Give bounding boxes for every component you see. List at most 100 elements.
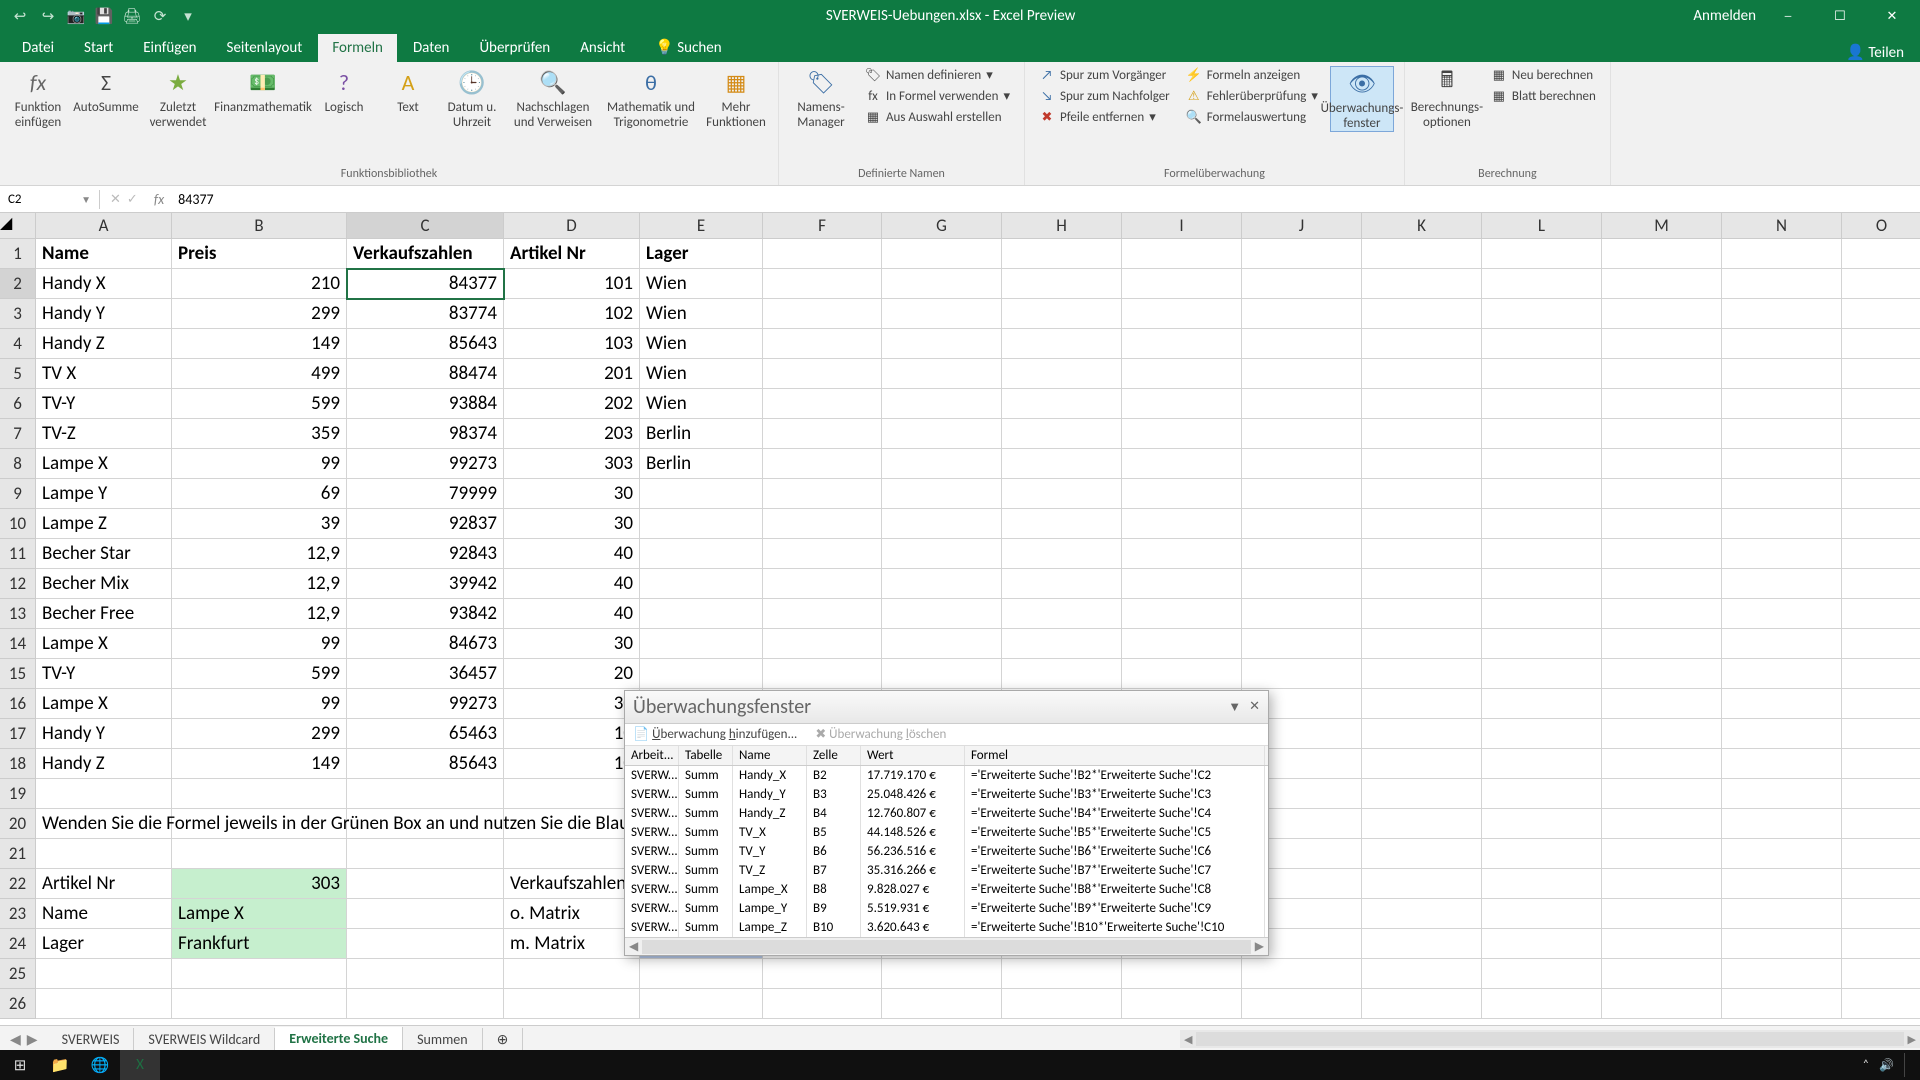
cell[interactable] (882, 359, 1002, 389)
cell[interactable] (1482, 509, 1602, 539)
cell[interactable] (1482, 659, 1602, 689)
cell[interactable] (1602, 839, 1722, 869)
cell[interactable] (1482, 629, 1602, 659)
cell[interactable]: 149 (172, 329, 347, 359)
cell[interactable] (763, 959, 882, 989)
use-in-formula-button[interactable]: fxIn Formel verwenden ▾ (861, 87, 1014, 105)
cell[interactable] (1122, 479, 1242, 509)
cell[interactable]: 40 (504, 599, 640, 629)
cell[interactable] (1722, 239, 1842, 269)
cell[interactable] (763, 569, 882, 599)
cell[interactable] (882, 659, 1002, 689)
financial-button[interactable]: 💵Finanzmathematik (218, 66, 308, 115)
autosum-button[interactable]: ΣAutoSumme (74, 66, 138, 115)
cell[interactable] (1362, 239, 1482, 269)
cell[interactable]: 99 (172, 629, 347, 659)
cell[interactable]: 30 (504, 509, 640, 539)
column-header-B[interactable]: B (172, 213, 347, 239)
cell[interactable] (1602, 599, 1722, 629)
cell[interactable]: Artikel Nr (504, 239, 640, 269)
cell[interactable]: 85643 (347, 329, 504, 359)
cell[interactable] (1482, 779, 1602, 809)
more-functions-button[interactable]: ▦Mehr Funktionen (704, 66, 768, 130)
cell[interactable] (1482, 419, 1602, 449)
cell[interactable]: Lager (36, 929, 172, 959)
cell[interactable] (1602, 779, 1722, 809)
cell[interactable] (1482, 959, 1602, 989)
cell[interactable] (1482, 479, 1602, 509)
cell[interactable]: 84673 (347, 629, 504, 659)
cell[interactable] (1722, 869, 1842, 899)
row-header-3[interactable]: 3 (0, 299, 36, 329)
cell[interactable] (1482, 359, 1602, 389)
tray-expand-icon[interactable]: ˄ (1863, 1058, 1869, 1072)
cell[interactable] (1482, 839, 1602, 869)
qat-more-icon[interactable]: ▾ (178, 6, 198, 26)
cell[interactable] (1722, 269, 1842, 299)
cell[interactable] (1842, 419, 1920, 449)
define-name-button[interactable]: 🏷Namen definieren ▾ (861, 66, 1014, 84)
cell[interactable] (1362, 599, 1482, 629)
cell[interactable]: o. Matrix (504, 899, 640, 929)
cell[interactable] (1002, 239, 1122, 269)
cell[interactable]: 30 (504, 689, 640, 719)
cell[interactable]: Wenden Sie die Formel jeweils in der Grü… (36, 809, 172, 839)
datetime-button[interactable]: 🕒Datum u. Uhrzeit (444, 66, 500, 130)
cell[interactable] (504, 959, 640, 989)
cell[interactable] (1842, 629, 1920, 659)
cell[interactable] (1722, 449, 1842, 479)
cell[interactable] (1482, 389, 1602, 419)
cell[interactable] (763, 479, 882, 509)
cell[interactable]: 599 (172, 389, 347, 419)
cell[interactable] (1722, 359, 1842, 389)
cell[interactable]: Berlin (640, 419, 763, 449)
cell[interactable] (1482, 599, 1602, 629)
column-header-K[interactable]: K (1362, 213, 1482, 239)
column-header-E[interactable]: E (640, 213, 763, 239)
worksheet-grid[interactable]: ◢ ABCDEFGHIJKLMNO 1234567891011121314151… (0, 213, 1920, 1046)
watch-col-formula[interactable]: Formel (965, 746, 1265, 765)
cell[interactable] (1362, 269, 1482, 299)
cell[interactable] (1242, 959, 1362, 989)
cell[interactable]: Artikel Nr (36, 869, 172, 899)
cell[interactable] (1122, 629, 1242, 659)
cell[interactable] (1482, 809, 1602, 839)
browser-icon[interactable]: 🌐 (80, 1050, 120, 1080)
cell[interactable] (1002, 419, 1122, 449)
cell[interactable] (1602, 569, 1722, 599)
recent-button[interactable]: ★Zuletzt verwendet (146, 66, 210, 130)
cell[interactable] (640, 509, 763, 539)
cell[interactable] (1842, 959, 1920, 989)
tab-ueberpruefen[interactable]: Überprüfen (465, 34, 564, 62)
cell[interactable] (172, 989, 347, 1019)
cell[interactable] (763, 389, 882, 419)
cell[interactable] (882, 479, 1002, 509)
watch-row[interactable]: SVERW...SummLampe_ZB103.620.643 €='Erwei… (625, 918, 1268, 937)
cell[interactable] (36, 989, 172, 1019)
name-box[interactable]: C2▼ (0, 190, 100, 209)
cell[interactable] (1842, 239, 1920, 269)
cell[interactable] (347, 899, 504, 929)
cell[interactable] (1122, 299, 1242, 329)
cell[interactable] (1722, 509, 1842, 539)
cell[interactable] (1842, 539, 1920, 569)
watch-window[interactable]: Überwachungsfenster ▼ ✕ 📄 Überwachung hi… (624, 690, 1269, 956)
cell[interactable]: Lager (640, 239, 763, 269)
cell[interactable] (1002, 959, 1122, 989)
watch-row[interactable]: SVERW...SummTV_YB656.236.516 €='Erweiter… (625, 842, 1268, 861)
cell[interactable]: Handy Y (36, 299, 172, 329)
cell[interactable] (1722, 629, 1842, 659)
cell[interactable] (882, 989, 1002, 1019)
cell[interactable] (882, 419, 1002, 449)
cell[interactable]: 98374 (347, 419, 504, 449)
cell[interactable] (1482, 869, 1602, 899)
row-header-14[interactable]: 14 (0, 629, 36, 659)
evaluate-formula-button[interactable]: 🔍Formelauswertung (1182, 108, 1322, 126)
cell[interactable] (1602, 389, 1722, 419)
cell[interactable] (1362, 539, 1482, 569)
cell[interactable] (1602, 329, 1722, 359)
cell[interactable]: 101 (504, 269, 640, 299)
cell[interactable]: Wien (640, 299, 763, 329)
next-sheet-icon[interactable]: ▶ (27, 1031, 38, 1048)
column-header-O[interactable]: O (1842, 213, 1920, 239)
